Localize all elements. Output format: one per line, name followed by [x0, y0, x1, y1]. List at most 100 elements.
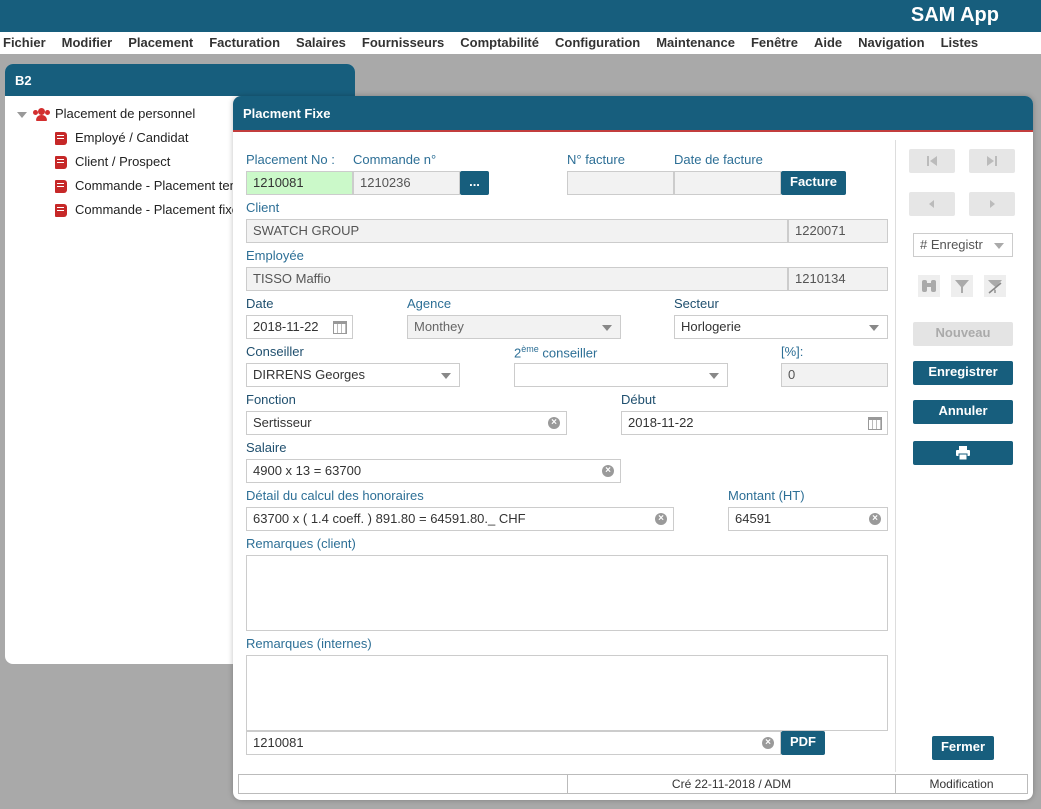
menu-bar: Fichier Modifier Placement Facturation S… — [0, 32, 1041, 54]
facture-button[interactable]: Facture — [781, 171, 846, 195]
pct-field[interactable]: 0 — [781, 363, 888, 387]
salaire-field[interactable]: 4900 x 13 = 63700 × — [246, 459, 621, 483]
clear-icon[interactable]: × — [762, 737, 774, 749]
record-select-value: # Enregistr — [920, 237, 983, 252]
annuler-button[interactable]: Annuler — [913, 400, 1013, 424]
menu-listes[interactable]: Listes — [941, 32, 979, 54]
client-label: Client — [246, 200, 280, 215]
commande-no-field[interactable]: 1210236 — [353, 171, 460, 195]
last-record-icon — [987, 156, 997, 166]
expand-toggle-icon[interactable] — [17, 111, 27, 118]
status-mode: Modification — [929, 777, 994, 791]
menu-navigation[interactable]: Navigation — [858, 32, 924, 54]
clear-icon[interactable]: × — [548, 417, 560, 429]
binoculars-button[interactable] — [918, 275, 940, 297]
pdf-button[interactable]: PDF — [781, 731, 825, 755]
menu-facturation[interactable]: Facturation — [209, 32, 280, 54]
facture-date-field[interactable] — [674, 171, 781, 195]
status-created: Cré 22-11-2018 / ADM — [568, 775, 896, 793]
placement-no-field[interactable]: 1210081 — [246, 171, 353, 195]
print-button[interactable] — [913, 441, 1013, 465]
clear-icon[interactable]: × — [655, 513, 667, 525]
montant-value: 64591 — [735, 511, 772, 526]
fonction-label: Fonction — [246, 392, 296, 407]
agence-value: Monthey — [414, 319, 464, 334]
filter-icon — [951, 275, 973, 297]
menu-aide[interactable]: Aide — [814, 32, 842, 54]
pct-label: [%]: — [781, 344, 804, 359]
fonction-value: Sertisseur — [253, 415, 312, 430]
chevron-down-icon — [602, 325, 612, 331]
fonction-field[interactable]: Sertisseur × — [246, 411, 567, 435]
book-icon — [55, 156, 67, 170]
facture-date-label: Date de facture — [674, 152, 763, 167]
date-value: 2018-11-22 — [253, 319, 319, 334]
menu-salaires[interactable]: Salaires — [296, 32, 346, 54]
clear-icon[interactable]: × — [602, 465, 614, 477]
detail-value: 63700 x ( 1.4 coeff. ) 891.80 = 64591.80… — [253, 511, 526, 526]
debut-value: 2018-11-22 — [628, 415, 694, 430]
prev-record-button[interactable] — [909, 192, 955, 216]
filter-button[interactable] — [951, 275, 973, 297]
client-id-field[interactable]: 1220071 — [788, 219, 888, 243]
employee-id-field[interactable]: 1210134 — [788, 267, 888, 291]
menu-comptabilite[interactable]: Comptabilité — [460, 32, 539, 54]
calendar-icon[interactable] — [868, 417, 882, 430]
conseiller-select[interactable]: DIRRENS Georges — [246, 363, 460, 387]
tree-root-label: Placement de personnel — [55, 106, 196, 121]
chevron-down-icon — [709, 373, 719, 379]
rem-client-textarea[interactable] — [246, 555, 888, 631]
menu-placement[interactable]: Placement — [128, 32, 193, 54]
last-record-button[interactable] — [969, 149, 1015, 173]
facture-no-field[interactable] — [567, 171, 674, 195]
salaire-value: 4900 x 13 = 63700 — [253, 463, 362, 478]
pdf-ref-field[interactable]: 1210081 × — [246, 731, 781, 755]
first-record-button[interactable] — [909, 149, 955, 173]
rem-internes-textarea[interactable] — [246, 655, 888, 731]
commande-browse-button[interactable]: ... — [460, 171, 489, 195]
tree-item-label: Employé / Candidat — [75, 130, 189, 145]
record-select[interactable]: # Enregistr — [913, 233, 1013, 257]
rem-internes-label: Remarques (internes) — [246, 636, 372, 651]
employee-label: Employée — [246, 248, 304, 263]
next-record-button[interactable] — [969, 192, 1015, 216]
commande-no-label: Commande n° — [353, 152, 437, 167]
clear-filter-button[interactable] — [984, 275, 1006, 297]
book-icon — [55, 204, 67, 218]
calendar-icon[interactable] — [333, 321, 347, 334]
placement-fixe-dialog: Placment Fixe Placement No : Commande n°… — [233, 96, 1033, 800]
conseiller-value: DIRRENS Georges — [253, 367, 365, 382]
menu-fenetre[interactable]: Fenêtre — [751, 32, 798, 54]
date-field[interactable]: 2018-11-22 — [246, 315, 353, 339]
enregistrer-button[interactable]: Enregistrer — [913, 361, 1013, 385]
dialog-title: Placment Fixe — [233, 96, 1033, 132]
menu-modifier[interactable]: Modifier — [62, 32, 113, 54]
date-label: Date — [246, 296, 274, 311]
right-panel-divider — [895, 140, 896, 772]
employee-name-field[interactable]: TISSO Maffio — [246, 267, 788, 291]
secteur-value: Horlogerie — [681, 319, 741, 334]
fermer-button[interactable]: Fermer — [932, 736, 994, 760]
debut-field[interactable]: 2018-11-22 — [621, 411, 888, 435]
conseiller2-select[interactable] — [514, 363, 728, 387]
menu-fournisseurs[interactable]: Fournisseurs — [362, 32, 444, 54]
detail-label: Détail du calcul des honoraires — [246, 488, 424, 503]
salaire-label: Salaire — [246, 440, 287, 455]
menu-configuration[interactable]: Configuration — [555, 32, 640, 54]
tree-item-label: Commande - Placement fixe — [75, 202, 240, 217]
binoculars-icon — [918, 275, 940, 297]
app-title: SAM App — [910, 4, 999, 26]
client-name-field[interactable]: SWATCH GROUP — [246, 219, 788, 243]
app-titlebar: SAM App — [0, 0, 1041, 32]
rem-client-label: Remarques (client) — [246, 536, 356, 551]
secteur-select[interactable]: Horlogerie — [674, 315, 888, 339]
montant-field[interactable]: 64591 × — [728, 507, 888, 531]
nouveau-button[interactable]: Nouveau — [913, 322, 1013, 346]
detail-field[interactable]: 63700 x ( 1.4 coeff. ) 891.80 = 64591.80… — [246, 507, 674, 531]
agence-select[interactable]: Monthey — [407, 315, 621, 339]
status-bar: Cré 22-11-2018 / ADM Modification — [238, 774, 1028, 794]
conseiller-label: Conseiller — [246, 344, 304, 359]
menu-fichier[interactable]: Fichier — [3, 32, 46, 54]
menu-maintenance[interactable]: Maintenance — [656, 32, 735, 54]
clear-icon[interactable]: × — [869, 513, 881, 525]
